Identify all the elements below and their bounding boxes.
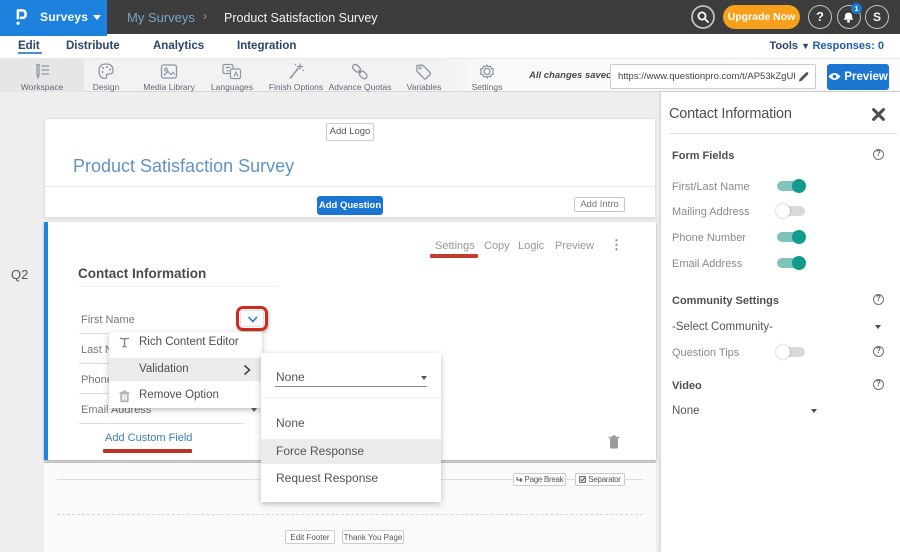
svg-text:A: A <box>233 70 239 79</box>
